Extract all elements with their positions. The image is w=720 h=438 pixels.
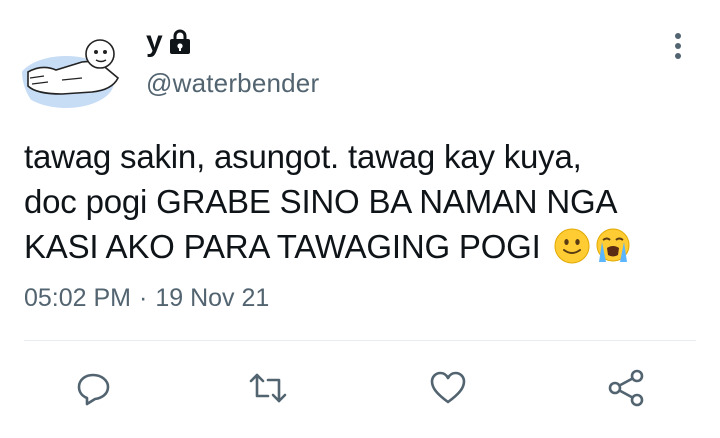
slightly-smiling-face-icon [554, 228, 590, 275]
lock-icon [169, 29, 191, 55]
reply-icon [76, 370, 112, 411]
tweet-text: tawag sakin, asungot. tawag kay kuya, do… [24, 134, 694, 275]
avatar[interactable] [22, 20, 124, 122]
reply-button[interactable] [72, 368, 116, 412]
tweet-card: y @waterbender tawag sakin, asungot. taw… [0, 0, 720, 438]
tweet-text-line: tawag sakin, asungot. tawag kay kuya, [24, 138, 582, 175]
like-button[interactable] [426, 368, 470, 412]
heart-icon [429, 370, 467, 411]
loudly-crying-face-icon [594, 228, 632, 275]
action-bar [0, 360, 720, 416]
display-name[interactable]: y [146, 27, 163, 57]
retweet-button[interactable] [246, 368, 290, 412]
tweet-date: 19 Nov 21 [155, 284, 270, 312]
tweet-time: 05:02 PM [24, 284, 132, 312]
tweet-text-line: KASI AKO PARA TAWAGING POGI [24, 228, 541, 265]
share-button[interactable] [604, 368, 648, 412]
tweet-timestamp[interactable]: 05:02 PM · 19 Nov 21 [24, 284, 269, 313]
tweet-text-line: doc pogi GRABE SINO BA NAMAN NGA [24, 183, 618, 220]
divider [24, 340, 696, 341]
author-handle[interactable]: @waterbender [146, 68, 319, 99]
author-name-row: y [146, 22, 191, 62]
timestamp-separator: · [139, 284, 148, 312]
more-options-icon[interactable] [664, 28, 692, 64]
retweet-icon [248, 370, 288, 411]
share-icon [607, 369, 645, 412]
tweet-text-line-last: KASI AKO PARA TAWAGING POGI [24, 224, 694, 275]
